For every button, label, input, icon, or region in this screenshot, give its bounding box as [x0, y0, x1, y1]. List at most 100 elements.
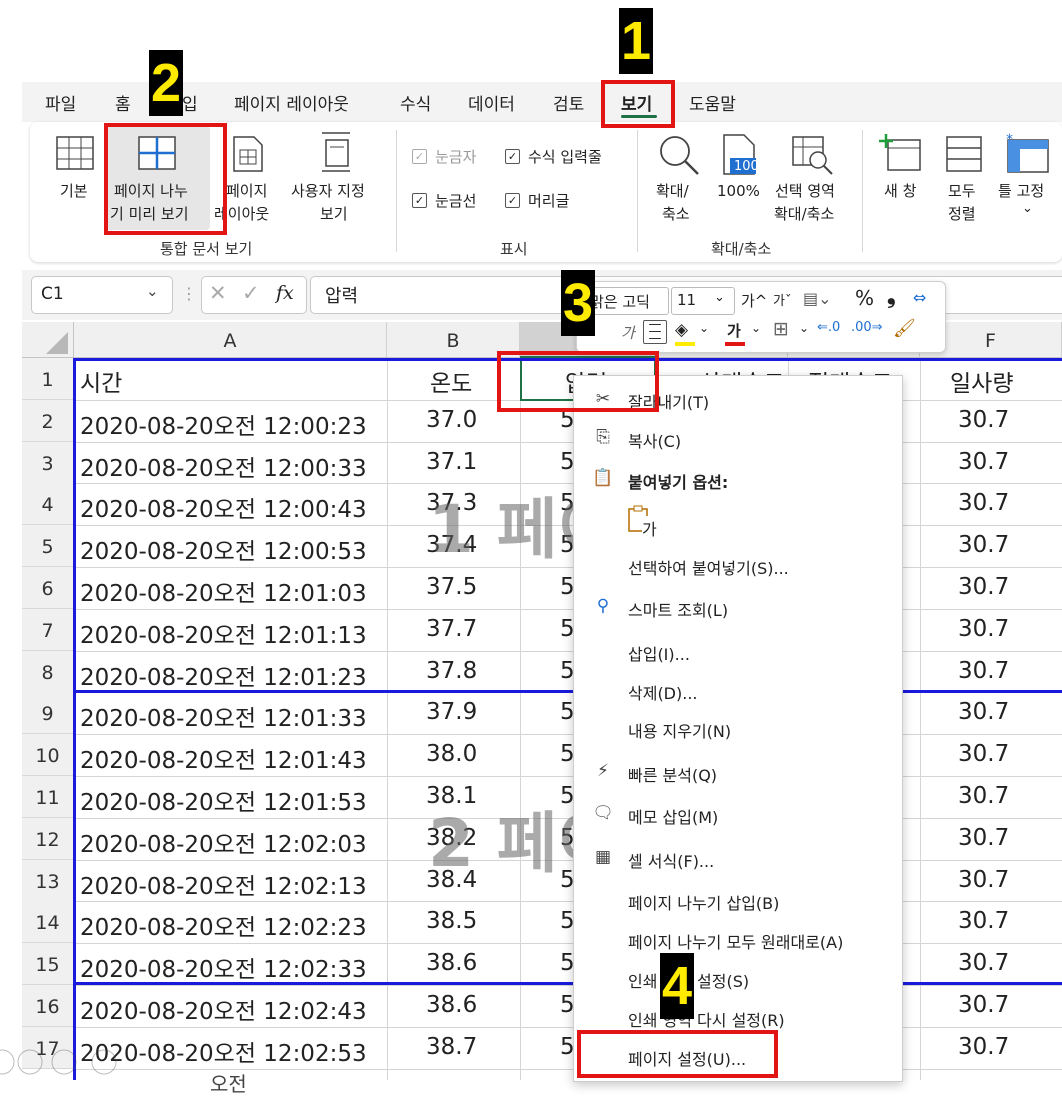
- name-box[interactable]: C1 ⌄: [31, 276, 173, 314]
- menu-item-clear-contents[interactable]: 내용 지우기(N): [628, 718, 731, 742]
- tab-file[interactable]: 파일: [45, 90, 76, 115]
- row-header[interactable]: 8: [22, 650, 74, 693]
- cell-f16[interactable]: 30.7: [958, 992, 1009, 1018]
- percent-style-button[interactable]: %: [855, 286, 874, 310]
- cell-f3[interactable]: 30.7: [958, 449, 1009, 475]
- cell-a1[interactable]: 시간: [80, 364, 122, 398]
- formula-bar-checkbox[interactable]: ✓ 수식 입력줄: [505, 146, 602, 167]
- accounting-format-icon[interactable]: ▤⌄: [803, 289, 832, 308]
- cell-f17[interactable]: 30.7: [958, 1034, 1009, 1060]
- cell-f10[interactable]: 30.7: [958, 741, 1009, 767]
- format-painter-icon[interactable]: 🖌: [893, 318, 916, 339]
- decrease-decimal-icon[interactable]: .00⇒: [851, 320, 883, 335]
- menu-item-format-cells[interactable]: 셀 서식(F)...: [628, 848, 714, 872]
- menu-item-smart-lookup[interactable]: 스마트 조회(L): [628, 597, 728, 621]
- page-layout-button[interactable]: [230, 134, 266, 174]
- borders-icon[interactable]: ⊞: [773, 318, 789, 340]
- zoom-button[interactable]: [656, 132, 702, 178]
- increase-font-button[interactable]: 가^: [741, 290, 767, 311]
- cell-a3[interactable]: 2020-08-20오전 12:00:33: [80, 449, 367, 483]
- cell-f1[interactable]: 일사량: [950, 364, 1013, 398]
- cell-a11[interactable]: 2020-08-20오전 12:01:53: [80, 783, 367, 817]
- row-header[interactable]: 16: [22, 985, 74, 1027]
- menu-item-reset-print-area[interactable]: 인쇄 영역 다시 설정(R): [628, 1007, 785, 1031]
- row-header[interactable]: 3: [22, 441, 74, 484]
- row-header[interactable]: 11: [22, 776, 74, 818]
- font-name-box[interactable]: 맑은 고딕: [583, 287, 669, 315]
- cell-a15[interactable]: 2020-08-20오전 12:02:33: [80, 950, 367, 984]
- font-size-box[interactable]: 11 ⌄: [671, 287, 735, 315]
- tab-data[interactable]: 데이터: [468, 90, 515, 115]
- ruler-checkbox[interactable]: ✓ 눈금자: [412, 146, 476, 167]
- cell-b16[interactable]: 38.6: [426, 992, 477, 1018]
- cell-b15[interactable]: 38.6: [426, 950, 477, 976]
- menu-item-copy[interactable]: 복사(C): [628, 428, 681, 452]
- tab-formulas[interactable]: 수식: [400, 90, 431, 115]
- normal-view-button[interactable]: [54, 134, 96, 174]
- row-header[interactable]: 7: [22, 608, 74, 651]
- cell-a16[interactable]: 2020-08-20오전 12:02:43: [80, 992, 367, 1026]
- cell-f6[interactable]: 30.7: [958, 574, 1009, 600]
- cell-a12[interactable]: 2020-08-20오전 12:02:03: [80, 825, 367, 859]
- cell-a8[interactable]: 2020-08-20오전 12:01:23: [80, 658, 367, 692]
- cell-b9[interactable]: 37.9: [426, 699, 477, 725]
- headings-checkbox[interactable]: ✓ 머리글: [505, 190, 569, 211]
- select-all-button[interactable]: [22, 322, 74, 358]
- fill-color-icon[interactable]: ◈: [675, 320, 688, 340]
- insert-function-button[interactable]: fx: [276, 282, 294, 304]
- cell-b10[interactable]: 38.0: [426, 741, 477, 767]
- tab-help[interactable]: 도움말: [689, 90, 736, 115]
- row-header[interactable]: 1: [22, 358, 74, 400]
- cell-b6[interactable]: 37.5: [426, 574, 477, 600]
- wrap-text-icon[interactable]: ⇔: [913, 288, 926, 307]
- cell-b8[interactable]: 37.8: [426, 658, 477, 684]
- freeze-panes-button[interactable]: *: [1004, 132, 1052, 174]
- menu-item-paste-special[interactable]: 선택하여 붙여넣기(S)...: [628, 555, 789, 579]
- comma-style-button[interactable]: ❟: [887, 284, 896, 309]
- cell-f14[interactable]: 30.7: [958, 908, 1009, 934]
- column-header-a[interactable]: A: [74, 322, 387, 358]
- row-header[interactable]: 2: [22, 399, 74, 442]
- cell-a2[interactable]: 2020-08-20오전 12:00:23: [80, 407, 367, 441]
- cell-f12[interactable]: 30.7: [958, 825, 1009, 851]
- decrease-font-button[interactable]: 가ˇ: [773, 290, 791, 309]
- cell-f13[interactable]: 30.7: [958, 867, 1009, 893]
- menu-item-insert[interactable]: 삽입(I)...: [628, 641, 690, 665]
- font-color-button[interactable]: 가: [727, 320, 741, 341]
- cell-f5[interactable]: 30.7: [958, 532, 1009, 558]
- custom-views-button[interactable]: [316, 130, 356, 174]
- cell-a5[interactable]: 2020-08-20오전 12:00:53: [80, 532, 367, 566]
- row-header[interactable]: 13: [22, 859, 74, 902]
- tab-insert[interactable]: 입: [182, 90, 198, 115]
- increase-decimal-icon[interactable]: ⇐.0: [817, 320, 840, 335]
- cell-a7[interactable]: 2020-08-20오전 12:01:13: [80, 616, 367, 650]
- align-center-icon[interactable]: — — —: [643, 318, 667, 345]
- new-window-button[interactable]: [878, 132, 924, 174]
- cell-a13[interactable]: 2020-08-20오전 12:02:13: [80, 867, 367, 901]
- cell-f2[interactable]: 30.7: [958, 407, 1009, 433]
- cell-b1[interactable]: 온도: [430, 364, 472, 398]
- zoom-to-selection-button[interactable]: [790, 134, 836, 178]
- cell-b17[interactable]: 38.7: [426, 1034, 477, 1060]
- cancel-icon[interactable]: ✕: [209, 281, 227, 305]
- cell-a14[interactable]: 2020-08-20오전 12:02:23: [80, 908, 367, 942]
- cell-a4[interactable]: 2020-08-20오전 12:00:43: [80, 490, 367, 524]
- italic-button[interactable]: 가: [621, 322, 635, 343]
- cell-b14[interactable]: 38.5: [426, 908, 477, 934]
- menu-item-insert-page-break[interactable]: 페이지 나누기 삽입(B): [628, 890, 779, 914]
- gridlines-checkbox[interactable]: ✓ 눈금선: [412, 190, 476, 211]
- row-header[interactable]: 10: [22, 734, 74, 777]
- confirm-icon[interactable]: ✓: [242, 281, 260, 305]
- tab-page-layout[interactable]: 페이지 레이아웃: [234, 90, 349, 115]
- cell-f11[interactable]: 30.7: [958, 783, 1009, 809]
- cell-f9[interactable]: 30.7: [958, 699, 1009, 725]
- menu-item-quick-analysis[interactable]: 빠른 분석(Q): [628, 762, 717, 786]
- row-header[interactable]: 5: [22, 525, 74, 568]
- row-header[interactable]: 9: [22, 692, 74, 735]
- menu-item-delete[interactable]: 삭제(D)...: [628, 680, 698, 704]
- menu-item-insert-comment[interactable]: 메모 삽입(M): [628, 804, 718, 828]
- cell-a9[interactable]: 2020-08-20오전 12:01:33: [80, 699, 367, 733]
- row-header[interactable]: 12: [22, 817, 74, 860]
- cell-f7[interactable]: 30.7: [958, 616, 1009, 642]
- tab-home[interactable]: 홈: [115, 90, 131, 115]
